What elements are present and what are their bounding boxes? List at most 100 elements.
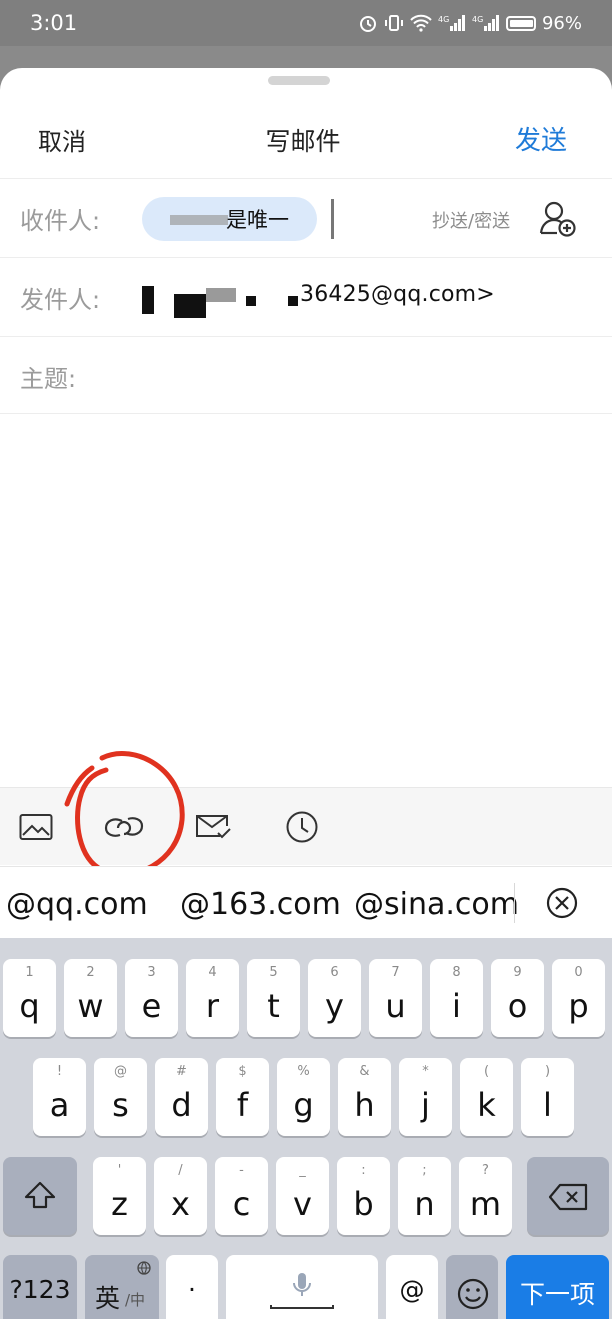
send-button[interactable]: 发送 [515,120,567,157]
key-p[interactable]: 0p [552,959,605,1037]
key-y[interactable]: 6y [308,959,361,1037]
clear-suggestion-icon[interactable] [544,885,580,921]
next-field-key[interactable]: 下一项 [506,1255,609,1319]
suggestion-qq[interactable]: @qq.com [6,887,148,922]
sheet-grabber[interactable] [268,76,330,85]
key-l[interactable]: ) l [521,1058,574,1136]
key-label: k [477,1086,496,1124]
recipient-row[interactable]: 收件人: 是唯一 抄送/密送 [0,178,612,256]
key-k[interactable]: (k [460,1058,513,1136]
language-switch-key[interactable]: 英 /中 [85,1255,159,1319]
key-i[interactable]: 8i [430,959,483,1037]
backspace-key[interactable] [527,1157,609,1235]
dot-key[interactable]: · [166,1255,218,1319]
globe-icon [137,1261,151,1275]
clock-icon[interactable] [282,808,322,846]
key-label: m [469,1185,502,1223]
key-label: n [414,1185,435,1223]
add-contact-icon[interactable] [538,199,580,239]
key-label: f [236,1086,249,1124]
key-r[interactable]: 4r [186,959,239,1037]
key-label: i [452,987,461,1025]
key-x[interactable]: / x [154,1157,207,1235]
emoji-key[interactable] [446,1255,498,1319]
suggestion-divider [514,883,515,923]
key-u[interactable]: 7u [369,959,422,1037]
key-hint: @ [114,1064,127,1079]
image-icon[interactable] [16,808,56,846]
key-g[interactable]: % g [277,1058,330,1136]
key-m[interactable]: ? m [459,1157,512,1235]
space-key[interactable] [226,1255,378,1319]
key-c[interactable]: -c [215,1157,268,1235]
key-label: b [353,1185,374,1223]
key-hint: / [178,1163,183,1178]
symbols-key[interactable]: ?123 [3,1255,77,1319]
key-f[interactable]: $ f [216,1058,269,1136]
key-e[interactable]: 3e [125,959,178,1037]
microphone-icon [293,1273,311,1296]
key-hint: 4 [208,965,217,980]
body-editor[interactable] [0,416,612,786]
key-label: u [385,987,406,1025]
key-label: y [325,987,344,1025]
svg-text:4G: 4G [438,15,449,24]
key-label: v [293,1185,312,1223]
key-h[interactable]: & h [338,1058,391,1136]
key-label: l [543,1086,552,1124]
key-j[interactable]: * j [399,1058,452,1136]
sender-label: 发件人: [20,286,101,314]
smiley-icon [457,1278,489,1310]
key-label: q [19,987,40,1025]
status-bar: 3:01 4G 4G 96% [0,0,612,46]
key-b[interactable]: :b [337,1157,390,1235]
key-hint: 6 [330,965,339,980]
key-hint: ? [482,1163,489,1178]
subject-row[interactable]: 主题: [0,336,612,414]
key-hint: ( [483,1064,490,1079]
key-a[interactable]: ! a [33,1058,86,1136]
cc-bcc-button[interactable]: 抄送/密送 [432,207,510,233]
shift-key[interactable] [3,1157,77,1235]
recipient-label: 收件人: [20,207,101,235]
key-z[interactable]: ' z [93,1157,146,1235]
key-d[interactable]: # d [155,1058,208,1136]
key-label: d [171,1086,192,1124]
key-hint: 0 [574,965,583,980]
key-hint: 7 [391,965,400,980]
sender-address: 36425@qq.com> [300,282,495,307]
svg-text:4G: 4G [472,15,483,24]
key-label: h [354,1086,375,1124]
key-label: s [112,1086,129,1124]
link-icon[interactable] [104,808,144,846]
key-t[interactable]: 5t [247,959,300,1037]
key-label: j [421,1086,430,1124]
status-icons: 4G 4G 96% [358,13,582,34]
vibrate-icon [384,13,404,33]
key-o[interactable]: 9o [491,959,544,1037]
key-label: c [232,1185,251,1223]
key-w[interactable]: 2w [64,959,117,1037]
cellular-signal-icon: 4G [438,14,466,32]
key-hint: 5 [269,965,278,980]
key-n[interactable]: ; n [398,1157,451,1235]
key-label: t [267,987,280,1025]
compose-navbar: 取消 写邮件 发送 [0,108,612,168]
at-key[interactable]: @ [386,1255,438,1319]
suggestion-sina[interactable]: @sina.com [354,887,519,922]
recipient-chip[interactable]: 是唯一 [142,197,317,241]
key-s[interactable]: @ s [94,1058,147,1136]
compose-toolbar [0,787,612,865]
key-v[interactable]: _ v [276,1157,329,1235]
key-label: w [77,987,104,1025]
sender-row[interactable]: 发件人: 36425@qq.com> [0,257,612,335]
mail-check-icon[interactable] [193,808,233,846]
key-hint: 8 [452,965,461,980]
wifi-icon [410,14,432,32]
key-q[interactable]: 1q [3,959,56,1037]
key-hint: & [359,1064,370,1079]
suggestion-163[interactable]: @163.com [180,887,341,922]
key-label: z [111,1185,128,1223]
key-hint: ! [56,1064,63,1079]
key-label: p [568,987,589,1025]
